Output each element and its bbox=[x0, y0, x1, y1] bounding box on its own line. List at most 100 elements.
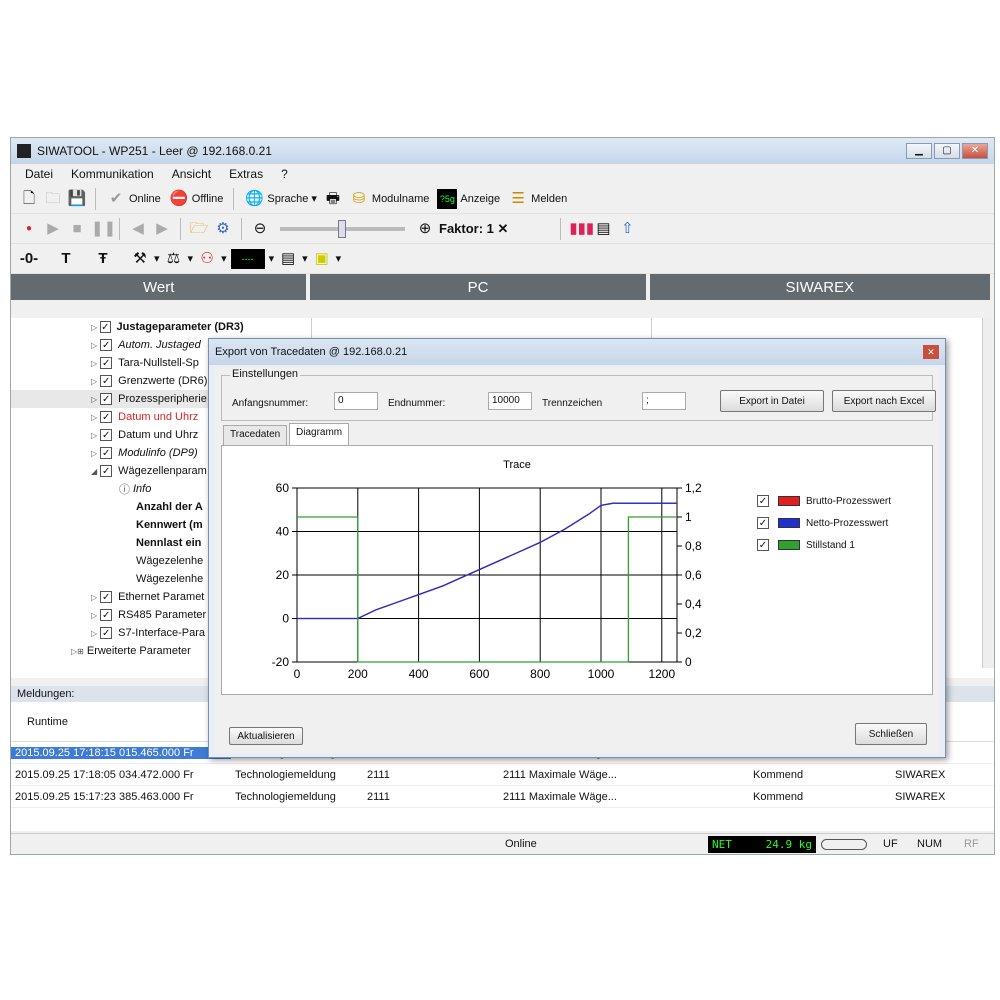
expand-icon[interactable]: ▷ bbox=[91, 593, 97, 602]
zoom-in-icon[interactable]: ⊕ bbox=[415, 219, 435, 239]
end-input[interactable]: 10000 bbox=[488, 392, 532, 410]
zoom-slider[interactable] bbox=[280, 219, 405, 238]
sprache-button[interactable]: 🌐 Sprache ▾ bbox=[242, 189, 319, 209]
legend-checkbox[interactable]: ✓ bbox=[757, 517, 769, 529]
tree-checkbox[interactable]: ✓ bbox=[100, 465, 113, 477]
anfang-input[interactable]: 0 bbox=[334, 392, 378, 410]
online-button[interactable]: ✔ Online bbox=[104, 189, 163, 209]
counter-icon[interactable]: ---- bbox=[230, 248, 265, 269]
tare-icon[interactable]: T bbox=[56, 249, 76, 269]
tab-diagramm[interactable]: Diagramm bbox=[289, 423, 350, 446]
menu-help[interactable]: ? bbox=[281, 167, 288, 181]
document-icon[interactable]: ▤ bbox=[593, 219, 613, 239]
legend-item[interactable]: ✓ Brutto-Prozesswert bbox=[754, 490, 891, 512]
tree-item[interactable]: ⓘ Info bbox=[11, 480, 211, 498]
tree-item[interactable]: Wägezelenhe bbox=[11, 570, 211, 588]
menu-extras[interactable]: Extras bbox=[229, 167, 263, 181]
tree-checkbox[interactable]: ✓ bbox=[100, 339, 113, 351]
tree-checkbox[interactable]: ✓ bbox=[100, 591, 113, 603]
print-icon[interactable]: 🖶 bbox=[323, 189, 343, 209]
expand-icon[interactable]: ▷ bbox=[91, 431, 97, 440]
step-forward-icon[interactable]: ▶ bbox=[152, 219, 172, 239]
tree-item[interactable]: ▷ ✓ Modulinfo (DP9) bbox=[11, 444, 211, 462]
record-icon[interactable]: ● bbox=[19, 219, 39, 239]
zero-icon[interactable]: -0- bbox=[19, 249, 39, 269]
melden-button[interactable]: ☰ Melden bbox=[506, 189, 569, 209]
column-pc[interactable]: PC bbox=[310, 274, 650, 300]
expand-icon[interactable]: ▷ bbox=[91, 395, 97, 404]
tree-checkbox[interactable]: ✓ bbox=[100, 447, 113, 459]
expand-icon[interactable]: ◢ bbox=[91, 467, 97, 476]
trenn-input[interactable]: ; bbox=[642, 392, 686, 410]
expand-icon[interactable]: ▷ bbox=[91, 611, 97, 620]
tree-item[interactable]: ▷ ✓ Datum und Uhrz bbox=[11, 426, 211, 444]
zoom-out-icon[interactable]: ⊖ bbox=[250, 219, 270, 239]
tree-item[interactable]: ▷⊞ Erweiterte Parameter bbox=[11, 642, 211, 660]
calibrate-icon[interactable]: Ŧ bbox=[93, 249, 113, 269]
step-back-icon[interactable]: ◀ bbox=[128, 219, 148, 239]
tree-checkbox[interactable]: ✓ bbox=[100, 609, 113, 621]
expand-icon[interactable]: ▷ bbox=[91, 341, 97, 350]
tree-item[interactable]: Wägezelenhe bbox=[11, 552, 211, 570]
report-icon[interactable]: ▤ bbox=[278, 249, 298, 269]
table-row[interactable]: 2015.09.25 17:18:05 034.472.000 Fr Techno… bbox=[11, 764, 994, 786]
tree-checkbox[interactable]: ✓ bbox=[100, 627, 113, 639]
close-button[interactable]: ✕ bbox=[962, 143, 988, 159]
menu-ansicht[interactable]: Ansicht bbox=[172, 167, 211, 181]
tools-icon[interactable]: ⚒ bbox=[130, 249, 150, 269]
expand-icon[interactable]: ▷ bbox=[91, 377, 97, 386]
tree-item[interactable]: ▷ ✓ Autom. Justaged bbox=[11, 336, 211, 354]
weigh-icon[interactable]: ⚇ bbox=[197, 249, 217, 269]
tree-item[interactable]: ▷ ✓ Tara-Nullstell-Sp bbox=[11, 354, 211, 372]
new-file-icon[interactable]: 🗋 bbox=[19, 189, 39, 209]
legend-checkbox[interactable]: ✓ bbox=[757, 495, 769, 507]
minimize-button[interactable]: ▁ bbox=[906, 143, 932, 159]
tree-item[interactable]: ▷ ✓ Grenzwerte (DR6) bbox=[11, 372, 211, 390]
menu-kommunikation[interactable]: Kommunikation bbox=[71, 167, 154, 181]
export-excel-button[interactable]: Export nach Excel bbox=[832, 390, 936, 412]
tree-checkbox[interactable]: ✓ bbox=[100, 411, 113, 423]
pause-icon[interactable]: ❚❚ bbox=[91, 219, 116, 239]
expand-icon[interactable]: ▷ bbox=[91, 413, 97, 422]
open-folder-icon[interactable]: 🗀 bbox=[43, 189, 63, 209]
tree-item[interactable]: Nennlast ein bbox=[11, 534, 211, 552]
expand-icon[interactable]: ▷⊞ bbox=[71, 647, 84, 656]
stop-icon[interactable]: ■ bbox=[67, 219, 87, 239]
tree-item[interactable]: ▷ ✓ Prozessperipherie bbox=[11, 390, 211, 408]
tree-item[interactable]: ▷ ✓ Justageparameter (DR3) bbox=[11, 318, 244, 336]
scale-icon[interactable]: ⚖ bbox=[164, 249, 184, 269]
column-siwarex[interactable]: SIWAREX bbox=[650, 274, 994, 300]
modulname-button[interactable]: ⛁ Modulname bbox=[347, 189, 431, 209]
table-row[interactable]: 2015.09.25 15:17:23 385.463.000 Fr Techno… bbox=[11, 786, 994, 808]
tab-tracedaten[interactable]: Tracedaten bbox=[223, 425, 288, 445]
memory-icon[interactable]: ▣ bbox=[312, 249, 332, 269]
expand-icon[interactable]: ▷ bbox=[91, 359, 97, 368]
open-trace-icon[interactable]: 🗁 bbox=[189, 219, 209, 239]
anzeige-button[interactable]: ?5g Anzeige bbox=[435, 188, 502, 209]
tree-checkbox[interactable]: ✓ bbox=[100, 393, 113, 405]
tree-checkbox[interactable]: ✓ bbox=[100, 321, 111, 333]
schliessen-button[interactable]: Schließen bbox=[855, 723, 927, 745]
tree-item[interactable]: ▷ ✓ RS485 Parameter bbox=[11, 606, 211, 624]
legend-checkbox[interactable]: ✓ bbox=[757, 539, 769, 551]
legend-item[interactable]: ✓ Stillstand 1 bbox=[754, 534, 891, 556]
column-wert[interactable]: Wert bbox=[11, 274, 311, 300]
legend-item[interactable]: ✓ Netto-Prozesswert bbox=[754, 512, 891, 534]
tree-item[interactable]: ◢ ✓ Wägezellenparam bbox=[11, 462, 211, 480]
tree-checkbox[interactable]: ✓ bbox=[100, 429, 113, 441]
settings-icon[interactable]: ⚙ bbox=[213, 219, 233, 239]
expand-icon[interactable]: ▷ bbox=[91, 323, 97, 332]
save-icon[interactable]: 💾 bbox=[67, 189, 87, 209]
expand-icon[interactable]: ▷ bbox=[91, 449, 97, 458]
bar-chart-icon[interactable]: ▮▮▮ bbox=[569, 219, 594, 239]
tree-item[interactable]: ▷ ✓ S7-Interface-Para bbox=[11, 624, 211, 642]
tree-item[interactable]: ▷ ✓ Ethernet Paramet bbox=[11, 588, 211, 606]
offline-button[interactable]: ⛔ Offline bbox=[167, 189, 226, 209]
tree-item[interactable]: ▷ ✓ Datum und Uhrz bbox=[11, 408, 211, 426]
export-file-button[interactable]: Export in Datei bbox=[720, 390, 824, 412]
vertical-scrollbar[interactable] bbox=[982, 318, 994, 668]
tree-checkbox[interactable]: ✓ bbox=[100, 357, 113, 369]
tree-checkbox[interactable]: ✓ bbox=[100, 375, 113, 387]
maximize-button[interactable]: ▢ bbox=[934, 143, 960, 159]
tree-item[interactable]: Kennwert (m bbox=[11, 516, 211, 534]
